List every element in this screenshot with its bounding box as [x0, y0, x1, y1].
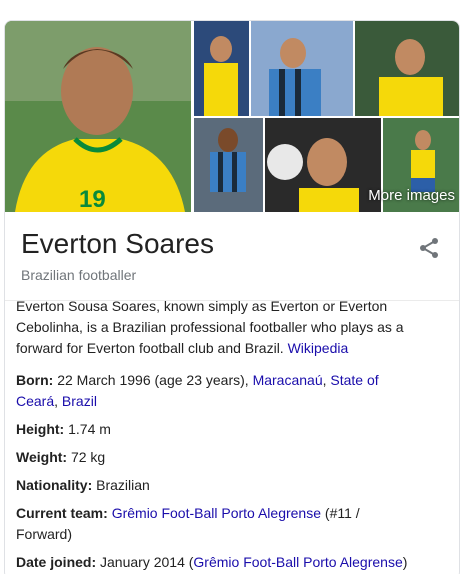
current-team-link[interactable]: Grêmio Foot-Ball Porto Alegrense	[112, 505, 321, 521]
main-portrait-image[interactable]: 19	[5, 21, 191, 212]
fact-date-joined-label: Date joined:	[16, 554, 97, 570]
gallery-photo-5[interactable]	[194, 118, 263, 212]
birthplace-city-link[interactable]: Maracanaú	[253, 372, 323, 388]
share-icon	[420, 238, 438, 258]
image-gallery: 19 More images	[5, 21, 459, 212]
svg-text:19: 19	[79, 186, 106, 212]
fact-nationality: Nationality: Brazilian	[16, 475, 416, 496]
fact-height: Height: 1.74 m	[16, 419, 416, 440]
date-joined-team-link[interactable]: Grêmio Foot-Ball Porto Alegrense	[193, 554, 402, 570]
birthplace-country-link[interactable]: Brazil	[62, 393, 97, 409]
fact-weight-label: Weight:	[16, 449, 68, 465]
fact-date-joined-suffix: )	[402, 554, 408, 570]
fact-current-team-label: Current team:	[16, 505, 108, 521]
entity-title: Everton Soares	[21, 228, 214, 259]
separator: ,	[54, 393, 62, 409]
wikipedia-link[interactable]: Wikipedia	[288, 340, 349, 356]
fact-current-team: Current team: Grêmio Foot-Ball Porto Ale…	[16, 503, 416, 545]
fact-height-label: Height:	[16, 421, 65, 437]
fact-date-joined-value: January 2014 (	[96, 554, 194, 570]
gallery-photo-4[interactable]	[355, 21, 459, 116]
entity-description: Everton Sousa Soares, known simply as Ev…	[16, 296, 416, 359]
entity-details: Everton Sousa Soares, known simply as Ev…	[16, 296, 416, 574]
gallery-photo-2[interactable]	[194, 21, 249, 116]
share-button[interactable]	[417, 236, 441, 260]
fact-nationality-value: Brazilian	[92, 477, 150, 493]
fact-born-label: Born:	[16, 372, 54, 388]
fact-weight-value: 72 kg	[67, 449, 106, 465]
entity-header: Everton Soares Brazilian footballer	[5, 212, 459, 301]
fact-born: Born: 22 March 1996 (age 23 years), Mara…	[16, 370, 416, 412]
gallery-photo-3[interactable]	[251, 21, 353, 116]
fact-height-value: 1.74 m	[64, 421, 111, 437]
gallery-photo-6[interactable]	[265, 118, 381, 212]
more-images-link[interactable]: More images	[368, 187, 455, 204]
fact-nationality-label: Nationality:	[16, 477, 93, 493]
entity-subtitle: Brazilian footballer	[21, 267, 137, 283]
fact-weight: Weight: 72 kg	[16, 447, 416, 468]
fact-born-value: 22 March 1996 (age 23 years),	[53, 372, 253, 388]
fact-date-joined: Date joined: January 2014 (Grêmio Foot-B…	[16, 552, 416, 573]
